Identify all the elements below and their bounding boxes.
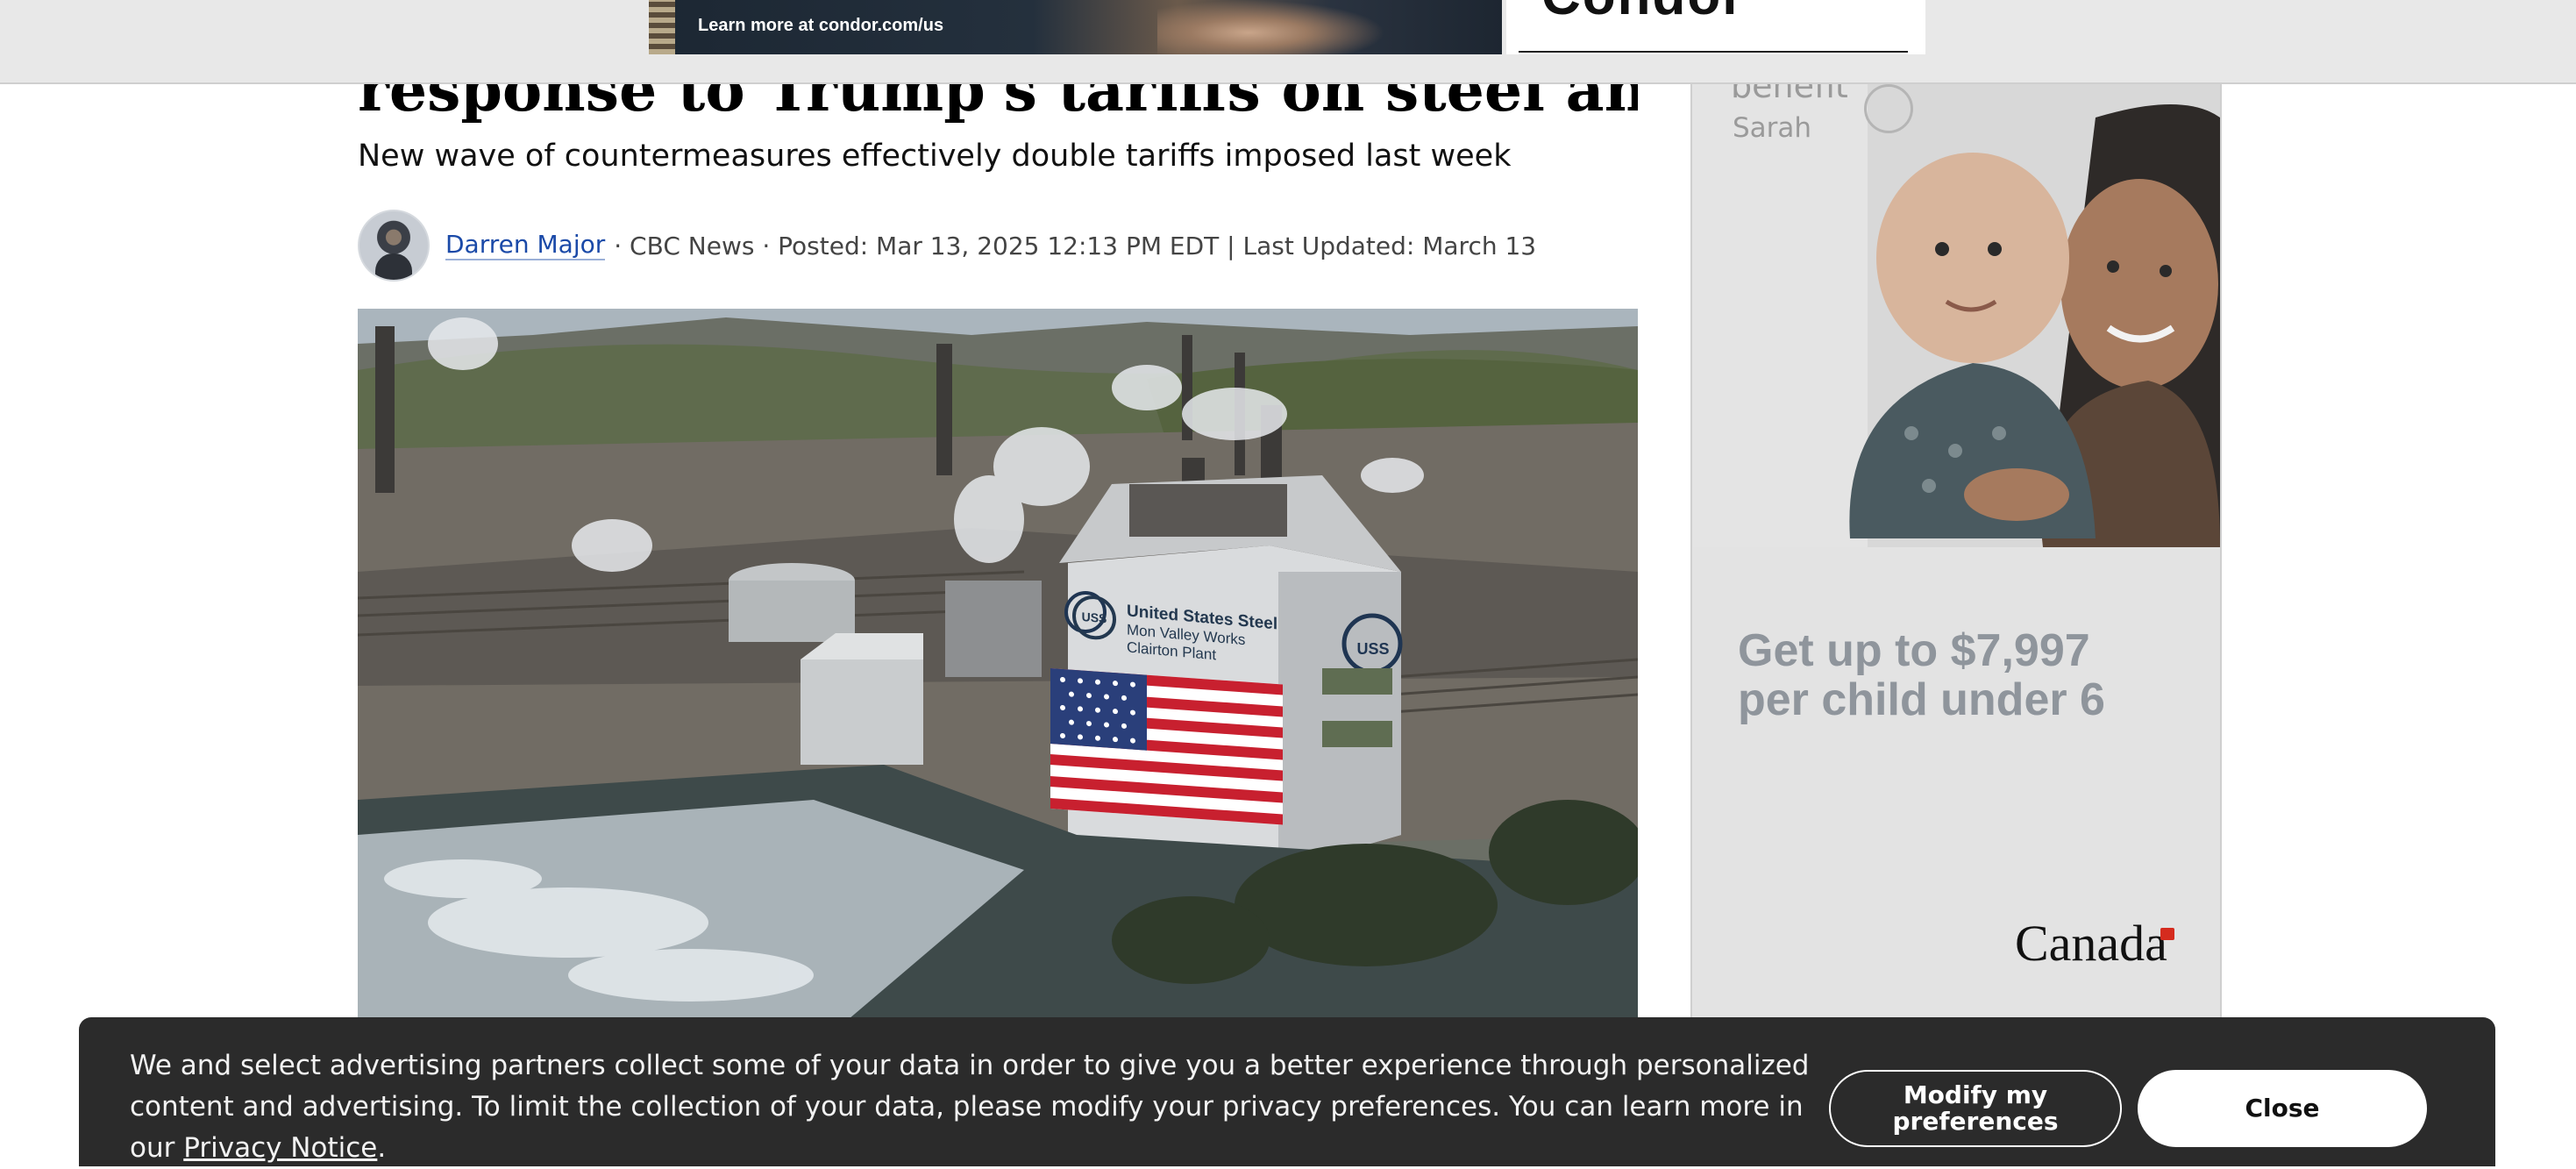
condor-ad-logo-panel[interactable]: Condor — [1506, 0, 1925, 54]
steel-plant-illustration — [358, 309, 1638, 1019]
uss-logo-large: USS — [1356, 639, 1390, 658]
cookie-message: We and select advertising partners colle… — [130, 1045, 1831, 1169]
ad-brand-partial: benefit — [1731, 82, 1848, 105]
privacy-notice-link[interactable]: Privacy Notice — [183, 1132, 377, 1164]
byline-meta: · CBC News · Posted: Mar 13, 2025 12:13 … — [614, 231, 1537, 260]
byline: Darren Major · CBC News · Posted: Mar 13… — [358, 210, 1537, 282]
ad-headline-line-2: per child under 6 — [1738, 674, 2105, 725]
mother-baby-illustration — [1692, 82, 2220, 547]
hero-image: USS United States Steel Mon Valley Works… — [358, 309, 1638, 1019]
cookie-message-tail: . — [377, 1132, 387, 1164]
canada-wordmark: Canada — [2015, 915, 2167, 972]
condor-ad[interactable]: Learn more at condor.com/us — [649, 0, 1502, 54]
cookie-consent-banner: We and select advertising partners colle… — [79, 1017, 2495, 1166]
author-link[interactable]: Darren Major — [445, 231, 606, 260]
ad-photo — [1157, 0, 1385, 54]
ad-brand-partial: Condor — [1541, 0, 1745, 27]
ad-headline-line-1: Get up to $7,997 — [1738, 625, 2090, 676]
sidebar-ad[interactable]: benefit Sarah Get up to $7,997 per child… — [1690, 82, 2222, 1021]
ad-stripe — [649, 0, 675, 54]
ad-person-name: Sarah — [1733, 112, 1812, 144]
canada-flag-icon — [2160, 928, 2174, 940]
ad-cta-text[interactable]: Learn more at condor.com/us — [698, 16, 943, 36]
ad-headline: Get up to $7,997 per child under 6 — [1738, 626, 2105, 724]
top-ad-banner: Learn more at condor.com/us Condor — [0, 0, 2576, 84]
benefit-logo-icon — [1864, 84, 1913, 133]
modify-preferences-button[interactable]: Modify my preferences — [1829, 1070, 2122, 1147]
author-avatar[interactable] — [358, 210, 430, 282]
article-subhead: New wave of countermeasures effectively … — [358, 139, 1512, 174]
close-button[interactable]: Close — [2138, 1070, 2427, 1147]
ad-rule — [1519, 51, 1908, 53]
ad-photo-mother-baby — [1692, 82, 2220, 547]
